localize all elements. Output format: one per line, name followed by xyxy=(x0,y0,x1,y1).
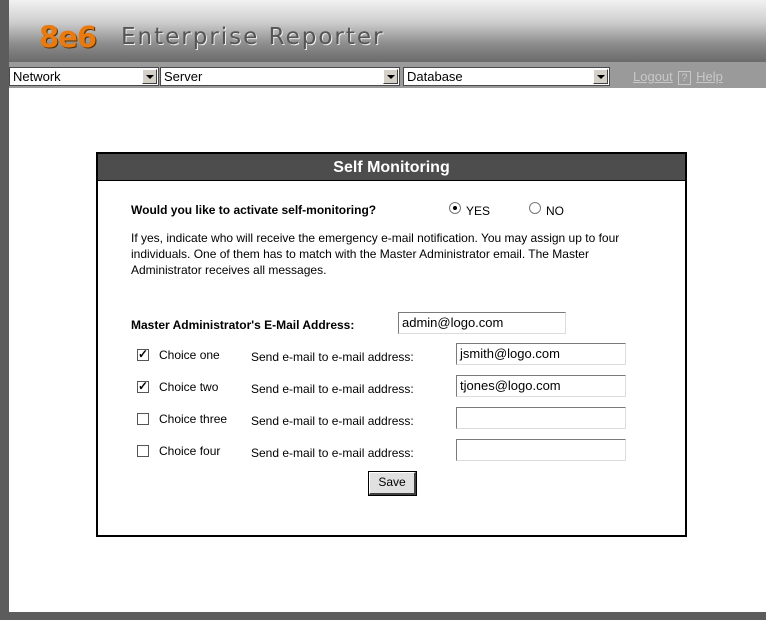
database-select-value: Database xyxy=(407,69,463,84)
chevron-down-icon[interactable] xyxy=(142,69,157,84)
choice-three-label: Choice three xyxy=(159,412,228,426)
chevron-down-icon[interactable] xyxy=(383,69,398,84)
left-frame-border xyxy=(0,0,9,620)
network-select-value: Network xyxy=(13,69,61,84)
app-header: 8e6 Enterprise Reporter xyxy=(9,0,766,62)
send-email-label: Send e-mail to e-mail address: xyxy=(251,446,414,460)
choice-two-checkbox[interactable] xyxy=(137,379,149,393)
yes-radio[interactable] xyxy=(449,202,461,214)
send-email-label: Send e-mail to e-mail address: xyxy=(251,350,414,364)
app-title: Enterprise Reporter xyxy=(121,24,385,50)
info-text: If yes, indicate who will receive the em… xyxy=(131,231,620,277)
choice-one-label: Choice one xyxy=(159,348,220,362)
network-select[interactable]: Network xyxy=(9,67,159,86)
self-monitoring-panel: Self Monitoring Would you like to activa… xyxy=(96,152,687,537)
master-email-field[interactable]: admin@logo.com xyxy=(398,312,566,334)
choice-two-label: Choice two xyxy=(159,380,219,394)
bottom-frame-border xyxy=(0,612,766,620)
logout-link[interactable]: Logout xyxy=(633,69,673,84)
choice-three-email-field[interactable] xyxy=(456,407,626,429)
activate-question: Would you like to activate self-monitori… xyxy=(131,203,377,217)
database-select[interactable]: Database xyxy=(403,67,610,86)
send-email-label: Send e-mail to e-mail address: xyxy=(251,414,414,428)
choice-four-checkbox[interactable] xyxy=(137,445,149,457)
choice-three-checkbox[interactable] xyxy=(137,413,149,425)
yes-radio-label: YES xyxy=(466,204,491,218)
send-email-label: Send e-mail to e-mail address: xyxy=(251,382,414,396)
server-select[interactable]: Server xyxy=(160,67,400,86)
choice-one-email-field[interactable]: jsmith@logo.com xyxy=(456,343,626,365)
choice-two-email-field[interactable]: tjones@logo.com xyxy=(456,375,626,397)
no-radio[interactable] xyxy=(529,202,541,214)
chevron-down-icon[interactable] xyxy=(593,69,608,84)
no-radio-label: NO xyxy=(546,204,564,218)
choice-four-label: Choice four xyxy=(159,444,221,458)
help-icon[interactable]: ? xyxy=(678,71,691,85)
panel-title: Self Monitoring xyxy=(98,154,685,181)
logo: 8e6 xyxy=(39,20,97,54)
choice-one-checkbox[interactable] xyxy=(137,347,149,361)
master-email-label: Master Administrator's E-Mail Address: xyxy=(131,318,355,332)
help-link[interactable]: Help xyxy=(696,69,723,84)
nav-links: Logout ? Help xyxy=(633,69,723,85)
server-select-value: Server xyxy=(164,69,203,84)
save-button[interactable]: Save xyxy=(368,471,417,496)
choice-four-email-field[interactable] xyxy=(456,439,626,461)
